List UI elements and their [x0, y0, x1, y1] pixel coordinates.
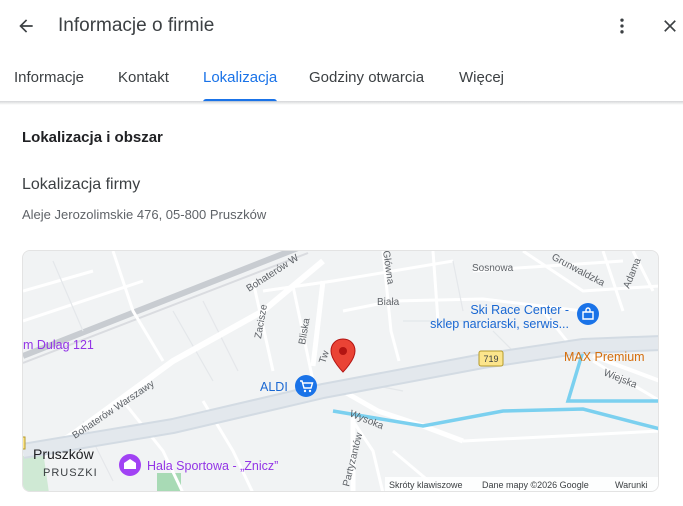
business-address: Aleje Jerozolimskie 476, 05-800 Pruszków: [22, 207, 267, 222]
map-background: [23, 251, 658, 491]
tabs-divider: [0, 101, 683, 105]
more-options-button[interactable]: [608, 12, 636, 40]
terms-link[interactable]: Warunki: [615, 480, 648, 490]
svg-text:Ski Race Center -: Ski Race Center -: [470, 303, 569, 317]
street-label: Biała: [377, 297, 400, 308]
section-title: Lokalizacja i obszar: [22, 129, 163, 146]
shopping-bag-icon: [577, 303, 599, 325]
close-icon: [664, 20, 676, 32]
svg-text:719: 719: [483, 354, 498, 364]
place-label-max-premium[interactable]: MAX Premium: [564, 350, 645, 364]
page-title: Informacje o firmie: [58, 15, 215, 36]
road-badge-719: 719: [478, 350, 504, 367]
tab-bar: Informacje Kontakt Lokalizacja Godziny o…: [0, 52, 683, 102]
place-label-pruszki: PRUSZKI: [43, 467, 98, 479]
street-label: Sosnowa: [472, 263, 514, 274]
arrow-left-icon: [19, 19, 33, 33]
tab-kontakt[interactable]: Kontakt: [118, 52, 169, 102]
location-label: Lokalizacja firmy: [22, 176, 141, 193]
place-label-pruszkow: Pruszków: [33, 446, 95, 462]
back-button[interactable]: [12, 12, 40, 40]
tab-godziny-otwarcia[interactable]: Godziny otwarcia: [309, 52, 424, 102]
tab-lokalizacja[interactable]: Lokalizacja: [203, 52, 278, 102]
shopping-cart-icon: [303, 389, 307, 393]
tab-wiecej[interactable]: Więcej: [459, 52, 504, 102]
map-attribution: Skróty klawiszowe Dane mapy ©2026 Google…: [385, 477, 658, 491]
location-map[interactable]: 719 Bohaterów W Bohaterów Warszawy Sosno…: [22, 250, 659, 492]
map-canvas[interactable]: 719 Bohaterów W Bohaterów Warszawy Sosno…: [23, 251, 659, 492]
more-vertical-icon: [620, 18, 624, 34]
map-data-credit: Dane mapy ©2026 Google: [482, 480, 589, 490]
shopping-cart-icon: [308, 389, 312, 393]
shopping-cart-icon: [295, 375, 317, 397]
road-badge: [23, 436, 26, 450]
svg-text:Hala Sportowa - „Znicz”: Hala Sportowa - „Znicz”: [147, 459, 278, 473]
svg-text:ALDI: ALDI: [260, 380, 288, 394]
keyboard-shortcuts-link[interactable]: Skróty klawiszowe: [389, 480, 463, 490]
tab-informacje[interactable]: Informacje: [14, 52, 84, 102]
svg-text:sklep narciarski, serwis...: sklep narciarski, serwis...: [430, 317, 569, 331]
place-label-dulag[interactable]: m Dulag 121: [23, 338, 94, 352]
close-button[interactable]: [656, 12, 683, 40]
header-bar: Informacje o firmie: [0, 0, 683, 52]
